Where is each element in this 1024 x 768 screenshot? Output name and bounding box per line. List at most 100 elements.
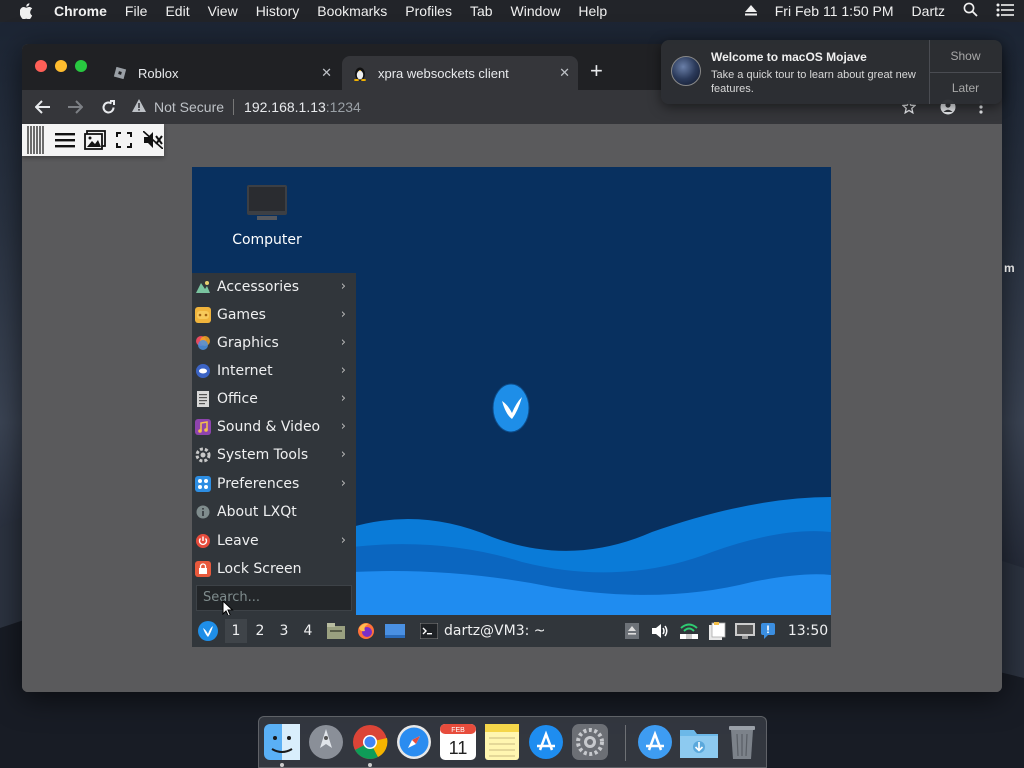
- screenshot-image-icon[interactable]: [83, 129, 106, 151]
- graphics-icon: [195, 335, 211, 351]
- running-indicator: [368, 763, 372, 767]
- menu-file[interactable]: File: [125, 3, 148, 19]
- menu-item-about-lxqt[interactable]: About LXQt: [192, 498, 356, 526]
- submenu-arrow-icon: ›: [340, 335, 346, 350]
- calendar-icon[interactable]: FEB 11: [439, 723, 477, 761]
- system-preferences-icon[interactable]: [571, 723, 609, 761]
- menu-help[interactable]: Help: [578, 3, 607, 19]
- workspace-3-button[interactable]: 3: [273, 619, 295, 643]
- new-tab-button[interactable]: +: [590, 58, 603, 84]
- menu-edit[interactable]: Edit: [165, 3, 189, 19]
- panel-clock[interactable]: 13:50: [788, 619, 828, 643]
- submenu-arrow-icon: ›: [340, 279, 346, 294]
- menu-item-internet[interactable]: Internet ›: [192, 357, 356, 385]
- offscreen-text-fragment: m: [1004, 261, 1015, 275]
- lxqt-bird-logo-icon: [492, 383, 530, 433]
- sound-video-icon: [195, 419, 211, 435]
- window-controls: [35, 60, 87, 72]
- display-icon[interactable]: [734, 619, 756, 643]
- close-tab-icon[interactable]: ✕: [559, 65, 570, 81]
- page-content: Computer Accessories › Games › Graphics …: [22, 124, 1002, 692]
- update-notifier-icon[interactable]: [759, 619, 779, 643]
- notification-show-button[interactable]: Show: [930, 40, 1001, 73]
- menu-item-system-tools[interactable]: System Tools ›: [192, 441, 356, 469]
- taskbar-terminal-button[interactable]: dartz@VM3: ~: [414, 619, 552, 643]
- menu-app-name[interactable]: Chrome: [54, 3, 107, 19]
- close-tab-icon[interactable]: ✕: [321, 65, 332, 81]
- fullscreen-icon[interactable]: [114, 129, 135, 151]
- monitor-icon: [247, 185, 287, 220]
- chrome-icon[interactable]: [351, 723, 389, 761]
- zoom-window-button[interactable]: [75, 60, 87, 72]
- menu-view[interactable]: View: [208, 3, 238, 19]
- menu-item-sound-video[interactable]: Sound & Video ›: [192, 413, 356, 441]
- menu-tab[interactable]: Tab: [470, 3, 493, 19]
- menu-item-graphics[interactable]: Graphics ›: [192, 329, 356, 357]
- sound-muted-icon[interactable]: [143, 129, 164, 151]
- menu-item-games[interactable]: Games ›: [192, 301, 356, 329]
- computer-desktop-icon[interactable]: Computer: [232, 185, 302, 248]
- forward-icon[interactable]: [64, 96, 86, 118]
- notification-center-icon[interactable]: [996, 3, 1014, 20]
- macos-dock: FEB 11: [258, 716, 767, 768]
- tab-roblox[interactable]: Roblox ✕: [102, 56, 340, 90]
- security-label[interactable]: Not Secure: [154, 99, 224, 115]
- network-icon[interactable]: [678, 619, 700, 643]
- reload-icon[interactable]: [97, 96, 119, 118]
- safari-icon[interactable]: [395, 723, 433, 761]
- lxqt-start-menu: Accessories › Games › Graphics › Interne…: [192, 273, 356, 617]
- workspace-2-button[interactable]: 2: [249, 619, 271, 643]
- roblox-favicon-icon: [112, 65, 128, 81]
- menu-item-accessories[interactable]: Accessories ›: [192, 273, 356, 301]
- clipboard-icon[interactable]: [706, 619, 728, 643]
- downloads-folder-icon[interactable]: [680, 723, 718, 761]
- menubar-user[interactable]: Dartz: [912, 3, 945, 19]
- submenu-arrow-icon: ›: [340, 391, 346, 406]
- remote-lxqt-desktop[interactable]: Computer Accessories › Games › Graphics …: [192, 167, 831, 647]
- eject-icon[interactable]: [744, 3, 757, 19]
- power-icon: [195, 533, 211, 549]
- menu-window[interactable]: Window: [511, 3, 561, 19]
- preferences-icon: [195, 476, 211, 492]
- apple-menu-icon[interactable]: [20, 3, 40, 19]
- notification-later-button[interactable]: Later: [930, 73, 1001, 105]
- submenu-arrow-icon: ›: [340, 363, 346, 378]
- tab-xpra[interactable]: xpra websockets client ✕: [342, 56, 578, 90]
- macos-notification[interactable]: Welcome to macOS Mojave Take a quick tou…: [661, 40, 1002, 104]
- menu-item-preferences[interactable]: Preferences ›: [192, 470, 356, 498]
- notes-icon[interactable]: [483, 723, 521, 761]
- back-icon[interactable]: [32, 96, 54, 118]
- address-separator: [233, 99, 235, 115]
- menu-profiles[interactable]: Profiles: [405, 3, 452, 19]
- volume-icon[interactable]: [649, 619, 671, 643]
- menu-item-lock-screen[interactable]: Lock Screen: [192, 555, 356, 583]
- xpra-logo-icon[interactable]: [25, 126, 46, 154]
- eject-device-icon[interactable]: [622, 619, 642, 643]
- desktop-show-icon[interactable]: [384, 619, 406, 643]
- hamburger-menu-icon[interactable]: [54, 129, 75, 151]
- menu-history[interactable]: History: [256, 3, 300, 19]
- menu-item-office[interactable]: Office ›: [192, 385, 356, 413]
- workspace-4-button[interactable]: 4: [297, 619, 319, 643]
- menu-item-leave[interactable]: Leave ›: [192, 527, 356, 555]
- warning-icon[interactable]: [132, 99, 146, 115]
- notification-title: Welcome to macOS Mojave: [711, 50, 867, 64]
- submenu-arrow-icon: ›: [340, 307, 346, 322]
- menubar-clock[interactable]: Fri Feb 11 1:50 PM: [775, 3, 894, 19]
- finder-icon[interactable]: [263, 723, 301, 761]
- firefox-icon[interactable]: [355, 619, 377, 643]
- minimize-window-button[interactable]: [55, 60, 67, 72]
- trash-icon[interactable]: [723, 723, 761, 761]
- start-menu-button[interactable]: [196, 619, 220, 643]
- app-store-downloads-icon[interactable]: [636, 723, 674, 761]
- terminal-icon: [420, 623, 438, 639]
- close-window-button[interactable]: [35, 60, 47, 72]
- file-manager-icon[interactable]: [325, 619, 347, 643]
- spotlight-search-icon[interactable]: [963, 2, 978, 20]
- workspace-1-button[interactable]: 1: [225, 619, 247, 643]
- app-store-icon[interactable]: [527, 723, 565, 761]
- menu-search-input[interactable]: Search...: [196, 585, 352, 611]
- launchpad-icon[interactable]: [307, 723, 345, 761]
- menu-bookmarks[interactable]: Bookmarks: [317, 3, 387, 19]
- calendar-month: FEB: [451, 727, 465, 734]
